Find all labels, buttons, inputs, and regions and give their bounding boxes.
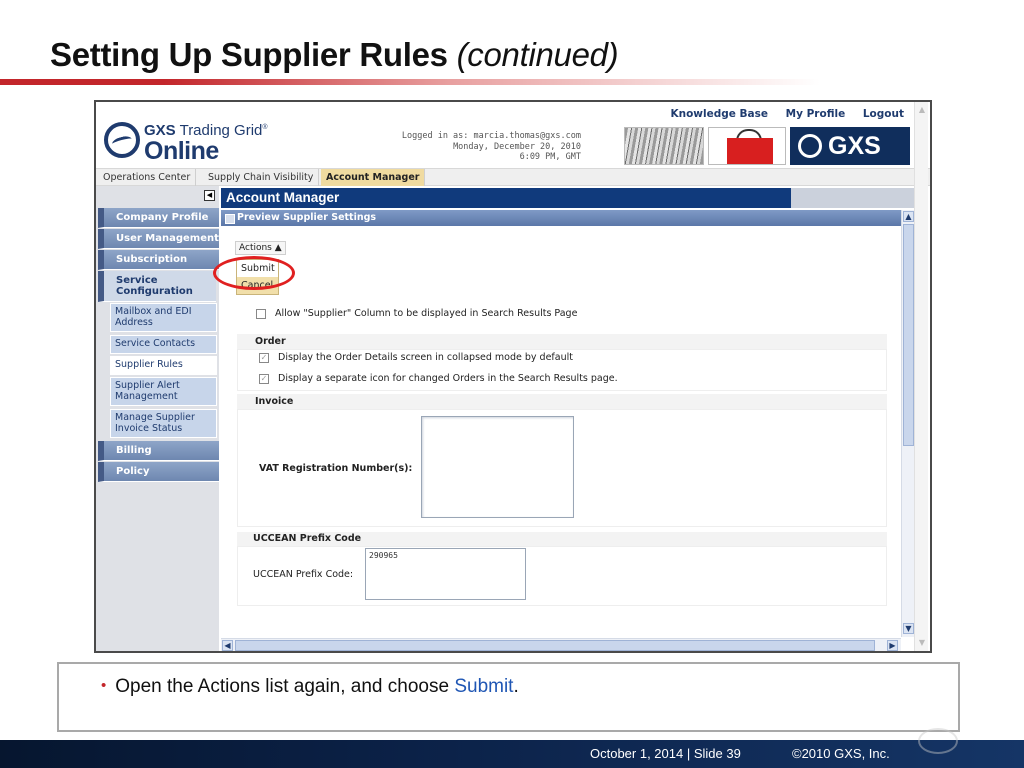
uccean-prefix-label: UCCEAN Prefix Code:: [253, 569, 354, 580]
uccean-prefix-input[interactable]: 290965: [365, 548, 526, 600]
content-horizontal-scrollbar[interactable]: ◀ ▶: [221, 638, 901, 651]
login-user: Logged in as: marcia.thomas@gxs.com: [401, 131, 581, 141]
gxs-watermark-icon: [918, 728, 958, 754]
order-option-collapsed-row: ✓ Display the Order Details screen in col…: [259, 352, 573, 363]
slide-title-sub: (continued): [456, 36, 619, 73]
order-changed-icon-checkbox[interactable]: ✓: [259, 373, 269, 384]
sidebar-group-subscription[interactable]: Subscription: [98, 250, 219, 270]
login-date: Monday, December 20, 2010: [453, 141, 581, 152]
logout-link[interactable]: Logout: [863, 108, 904, 120]
sidebar-group-service-configuration[interactable]: Service Configuration: [98, 271, 216, 302]
sidebar-item-supplier-rules[interactable]: Supplier Rules: [110, 356, 217, 375]
tab-operations-center[interactable]: Operations Center: [98, 169, 197, 186]
slide-title-main: Setting Up Supplier Rules: [50, 36, 448, 73]
footer-copyright: ©2010 GXS, Inc.: [792, 746, 890, 761]
vertical-scroll-thumb[interactable]: [903, 224, 914, 446]
gxs-ring-icon: [798, 134, 822, 158]
sidebar-item-service-contacts[interactable]: Service Contacts: [110, 335, 217, 354]
content-vertical-scrollbar[interactable]: ▲ ▼: [901, 210, 914, 637]
logo-online: Online: [144, 137, 219, 165]
top-links: Knowledge Base My Profile Logout: [656, 108, 904, 120]
highlight-circle: [213, 256, 295, 290]
footer-date-slide: October 1, 2014 | Slide 39: [590, 746, 741, 761]
instruction-highlight: Submit: [454, 676, 514, 697]
window-scroll-up-icon[interactable]: ▲: [917, 105, 927, 115]
slide-footer: October 1, 2014 | Slide 39 ©2010 GXS, In…: [0, 740, 1024, 768]
vat-registration-label: VAT Registration Number(s):: [259, 463, 413, 474]
preview-supplier-settings-bar[interactable]: Preview Supplier Settings: [221, 210, 914, 226]
horizontal-scroll-thumb[interactable]: [235, 640, 875, 651]
sidebar: ◀ Company Profile User Management Subscr…: [96, 186, 219, 651]
allow-supplier-column-row: Allow "Supplier" Column to be displayed …: [256, 308, 577, 319]
sidebar-group-policy[interactable]: Policy: [98, 462, 219, 482]
scroll-up-icon[interactable]: ▲: [903, 211, 914, 222]
tab-bar: Operations Center Supply Chain Visibilit…: [96, 168, 930, 186]
instruction-box: • Open the Actions list again, and choose…: [57, 662, 960, 732]
knowledge-base-link[interactable]: Knowledge Base: [670, 108, 768, 120]
instruction-text: Open the Actions list again, and choose: [115, 676, 455, 697]
scroll-right-icon[interactable]: ▶: [887, 640, 898, 651]
banner-gxs-logo: GXS: [790, 127, 910, 165]
sidebar-item-manage-invoice-status[interactable]: Manage Supplier Invoice Status: [110, 409, 217, 438]
login-time: 6:09 PM, GMT: [519, 152, 581, 162]
account-manager-header: Account Manager: [221, 188, 791, 208]
window-vertical-scrollbar[interactable]: ▲ ▼: [914, 102, 928, 651]
sidebar-group-user-management[interactable]: User Management: [98, 229, 219, 249]
slide: Setting Up Supplier Rules (continued) GX…: [0, 0, 1024, 768]
sidebar-item-mailbox-edi[interactable]: Mailbox and EDI Address: [110, 303, 217, 332]
title-rule: [0, 79, 820, 85]
instruction-bullet: • Open the Actions list again, and choose…: [101, 676, 519, 698]
tab-account-manager[interactable]: Account Manager: [321, 169, 426, 186]
app-header: GXS Trading Grid® Online Logged in as: m…: [96, 102, 930, 168]
bullet-dot-icon: •: [101, 677, 107, 694]
uccean-section-heading: UCCEAN Prefix Code: [237, 532, 887, 546]
scroll-left-icon[interactable]: ◀: [222, 640, 233, 651]
vat-registration-input[interactable]: [421, 416, 574, 518]
main-content: Account Manager Preview Supplier Setting…: [213, 186, 930, 651]
window-scroll-down-icon[interactable]: ▼: [917, 638, 927, 648]
allow-supplier-column-label: Allow "Supplier" Column to be displayed …: [275, 308, 578, 319]
login-info: Logged in as: marcia.thomas@gxs.com Mond…: [376, 131, 581, 163]
order-collapsed-label: Display the Order Details screen in coll…: [278, 352, 573, 363]
invoice-section-heading: Invoice: [237, 394, 887, 409]
header-bar-end: [791, 188, 914, 208]
order-section-heading: Order: [237, 334, 887, 349]
instruction-suffix: .: [513, 676, 519, 697]
app-screenshot: GXS Trading Grid® Online Logged in as: m…: [94, 100, 932, 653]
slide-title: Setting Up Supplier Rules (continued): [50, 36, 619, 74]
allow-supplier-column-checkbox[interactable]: [256, 308, 266, 319]
sidebar-item-supplier-alert[interactable]: Supplier Alert Management: [110, 377, 217, 406]
banner-shopping-bag-image: [708, 127, 786, 165]
order-option-icon-row: ✓ Display a separate icon for changed Ord…: [259, 373, 618, 384]
order-changed-icon-label: Display a separate icon for changed Orde…: [278, 373, 618, 384]
my-profile-link[interactable]: My Profile: [786, 108, 846, 120]
order-collapsed-checkbox[interactable]: ✓: [259, 352, 269, 363]
tab-supply-chain-visibility[interactable]: Supply Chain Visibility: [203, 169, 320, 186]
collapse-sidebar-icon[interactable]: ◀: [204, 190, 215, 201]
sidebar-group-company-profile[interactable]: Company Profile: [98, 208, 219, 228]
gxs-logo-icon: [104, 122, 140, 158]
sidebar-group-billing[interactable]: Billing: [98, 441, 219, 461]
actions-dropdown[interactable]: Actions ▲: [235, 241, 286, 255]
scroll-down-icon[interactable]: ▼: [903, 623, 914, 634]
banner-barcode-image: [624, 127, 704, 165]
